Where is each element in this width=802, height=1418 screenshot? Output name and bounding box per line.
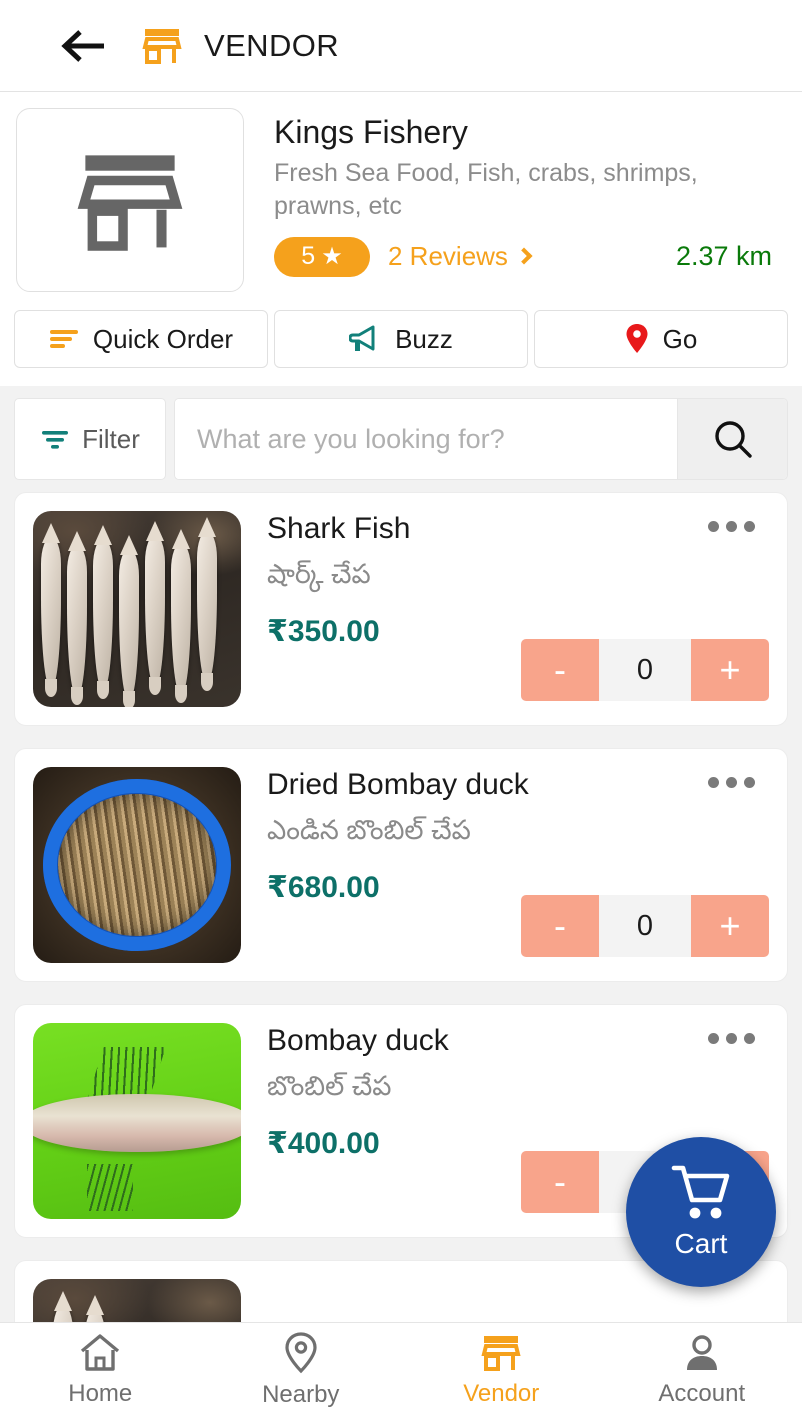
vendor-logo[interactable] [16, 108, 244, 292]
nav-item-account[interactable]: Account [602, 1323, 802, 1418]
location-pin-icon [285, 1332, 317, 1374]
filter-label: Filter [82, 423, 140, 454]
product-card[interactable]: Shark Fish షార్క్ చేప ₹350.00 - 0 + [14, 492, 788, 726]
go-button[interactable]: Go [534, 310, 788, 368]
product-local-name: ఎండిన బొంబిల్ చేప [267, 815, 471, 845]
bombay-duck-photo[interactable] [33, 1023, 241, 1219]
vendor-info: Kings Fishery Fresh Sea Food, Fish, crab… [274, 108, 786, 277]
product-card[interactable]: Dried Bombay duck ఎండిన బొంబిల్ చేప ₹680… [14, 748, 788, 982]
decrement-button[interactable]: - [521, 639, 599, 701]
dried-bombay-duck-photo[interactable] [33, 767, 241, 963]
increment-button[interactable]: + [691, 895, 769, 957]
page-title: VENDOR [204, 27, 340, 63]
quantity-value: 0 [599, 639, 691, 701]
home-icon [81, 1334, 120, 1371]
list-lines-icon [49, 330, 78, 348]
shopping-cart-icon [671, 1165, 730, 1219]
quick-order-button[interactable]: Quick Order [14, 310, 268, 368]
go-label: Go [662, 323, 698, 354]
storefront-icon [142, 26, 182, 66]
product-local-name: బొంబిల్ చేప [267, 1071, 392, 1101]
vendor-header: Kings Fishery Fresh Sea Food, Fish, crab… [0, 92, 802, 292]
product-details: Shark Fish షార్క్ చేప ₹350.00 - 0 + [267, 511, 769, 707]
filter-button[interactable]: Filter [14, 398, 166, 480]
star-icon: ★ [321, 242, 343, 270]
nav-item-nearby[interactable]: Nearby [201, 1323, 402, 1418]
nav-item-vendor[interactable]: Vendor [401, 1323, 602, 1418]
buzz-label: Buzz [395, 323, 453, 354]
rating-badge[interactable]: 5 ★ [274, 236, 370, 277]
reviews-label: 2 Reviews [388, 241, 508, 272]
quantity-stepper: - 0 + [521, 639, 769, 701]
vendor-meta-row: 5 ★ 2 Reviews 2.37 km [274, 236, 786, 277]
buzz-button[interactable]: Buzz [274, 310, 528, 368]
filter-icon [42, 431, 69, 449]
storefront-icon [481, 1336, 521, 1371]
bottom-navigation: Home Nearby Vendor Account [0, 1322, 802, 1418]
arrow-left-icon [61, 29, 104, 62]
shark-fish-photo[interactable] [33, 511, 241, 707]
person-icon [686, 1335, 717, 1370]
search-input[interactable] [175, 399, 677, 479]
cart-fab-label: Cart [674, 1228, 728, 1259]
quick-order-label: Quick Order [92, 323, 234, 354]
quantity-value: 0 [599, 895, 691, 957]
vendor-description: Fresh Sea Food, Fish, crabs, shrimps, pr… [274, 158, 698, 220]
nav-label-home: Home [68, 1380, 133, 1407]
product-details: Dried Bombay duck ఎండిన బొంబిల్ చేప ₹680… [267, 767, 769, 963]
increment-button[interactable]: + [691, 639, 769, 701]
search-icon [714, 421, 752, 458]
vendor-screen: VENDOR Kings Fishery Fresh Sea Food, Fis… [0, 0, 802, 1418]
product-name: Bombay duck [267, 1024, 449, 1057]
nav-label-account: Account [658, 1380, 746, 1407]
search-bar [174, 398, 788, 480]
search-button[interactable] [677, 399, 787, 479]
megaphone-icon [349, 325, 375, 351]
more-options-icon[interactable] [702, 1027, 761, 1050]
nav-item-home[interactable]: Home [0, 1323, 201, 1418]
nav-label-vendor: Vendor [463, 1380, 540, 1407]
product-name: Shark Fish [267, 512, 411, 545]
distance-label: 2.37 km [675, 241, 772, 272]
back-button[interactable] [56, 25, 110, 67]
vendor-name: Kings Fishery [274, 114, 468, 150]
reviews-link[interactable]: 2 Reviews [388, 241, 533, 272]
storefront-placeholder-icon [77, 155, 183, 251]
more-options-icon[interactable] [702, 515, 761, 538]
product-local-name: షార్క్ చేప [267, 559, 371, 589]
map-pin-icon [626, 324, 648, 353]
app-bar: VENDOR [0, 0, 802, 92]
decrement-button[interactable]: - [521, 1151, 599, 1213]
decrement-button[interactable]: - [521, 895, 599, 957]
search-row: Filter [0, 386, 802, 492]
quantity-stepper: - 0 + [521, 895, 769, 957]
vendor-actions: Quick Order Buzz Go [0, 292, 802, 386]
rating-value: 5 [301, 242, 316, 271]
more-options-icon[interactable] [702, 771, 761, 794]
nav-label-nearby: Nearby [262, 1381, 340, 1408]
chevron-right-icon [515, 247, 533, 265]
cart-fab-button[interactable]: Cart [626, 1137, 776, 1287]
product-name: Dried Bombay duck [267, 768, 529, 801]
